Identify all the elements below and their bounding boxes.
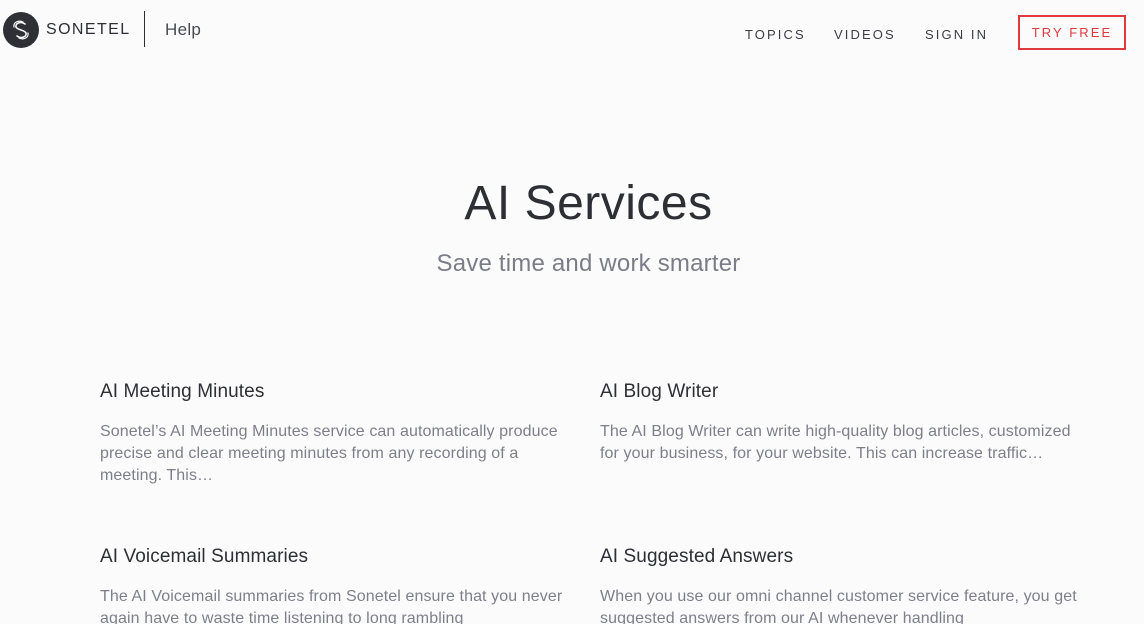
help-home-link[interactable]: Help <box>165 20 201 40</box>
article-description: The AI Blog Writer can write high-qualit… <box>600 423 1071 462</box>
article-card-ai-suggested-answers[interactable]: AI Suggested Answers When you use our om… <box>600 545 1080 624</box>
article-title: AI Blog Writer <box>600 381 719 402</box>
brand-logo-link[interactable]: SONETEL <box>3 12 131 48</box>
site-header: SONETEL Help TOPICS VIDEOS SIGN IN TRY F… <box>0 0 1144 66</box>
page-title: AI Services <box>464 177 713 230</box>
nav-sign-in-link[interactable]: SIGN IN <box>925 27 988 42</box>
article-card-ai-meeting-minutes[interactable]: AI Meeting Minutes Sonetel’s AI Meeting … <box>100 380 580 487</box>
sonetel-logo-icon <box>3 12 39 48</box>
brand-name: SONETEL <box>46 21 131 38</box>
nav-videos-link[interactable]: VIDEOS <box>834 27 896 42</box>
nav-topics-link[interactable]: TOPICS <box>745 27 806 42</box>
header-divider <box>144 11 145 47</box>
page: SONETEL Help TOPICS VIDEOS SIGN IN TRY F… <box>0 0 1144 624</box>
page-subtitle: Save time and work smarter <box>436 250 741 277</box>
article-title: AI Meeting Minutes <box>100 381 265 402</box>
article-description: When you use our omni channel customer s… <box>600 588 1077 624</box>
try-free-button[interactable]: TRY FREE <box>1018 15 1126 50</box>
article-title: AI Suggested Answers <box>600 546 794 567</box>
article-title: AI Voicemail Summaries <box>100 546 309 567</box>
article-card-ai-blog-writer[interactable]: AI Blog Writer The AI Blog Writer can wr… <box>600 380 1080 465</box>
article-description: Sonetel’s AI Meeting Minutes service can… <box>100 423 558 484</box>
article-description: The AI Voicemail summaries from Sonetel … <box>100 588 563 624</box>
article-card-ai-voicemail-summaries[interactable]: AI Voicemail Summaries The AI Voicemail … <box>100 545 580 624</box>
